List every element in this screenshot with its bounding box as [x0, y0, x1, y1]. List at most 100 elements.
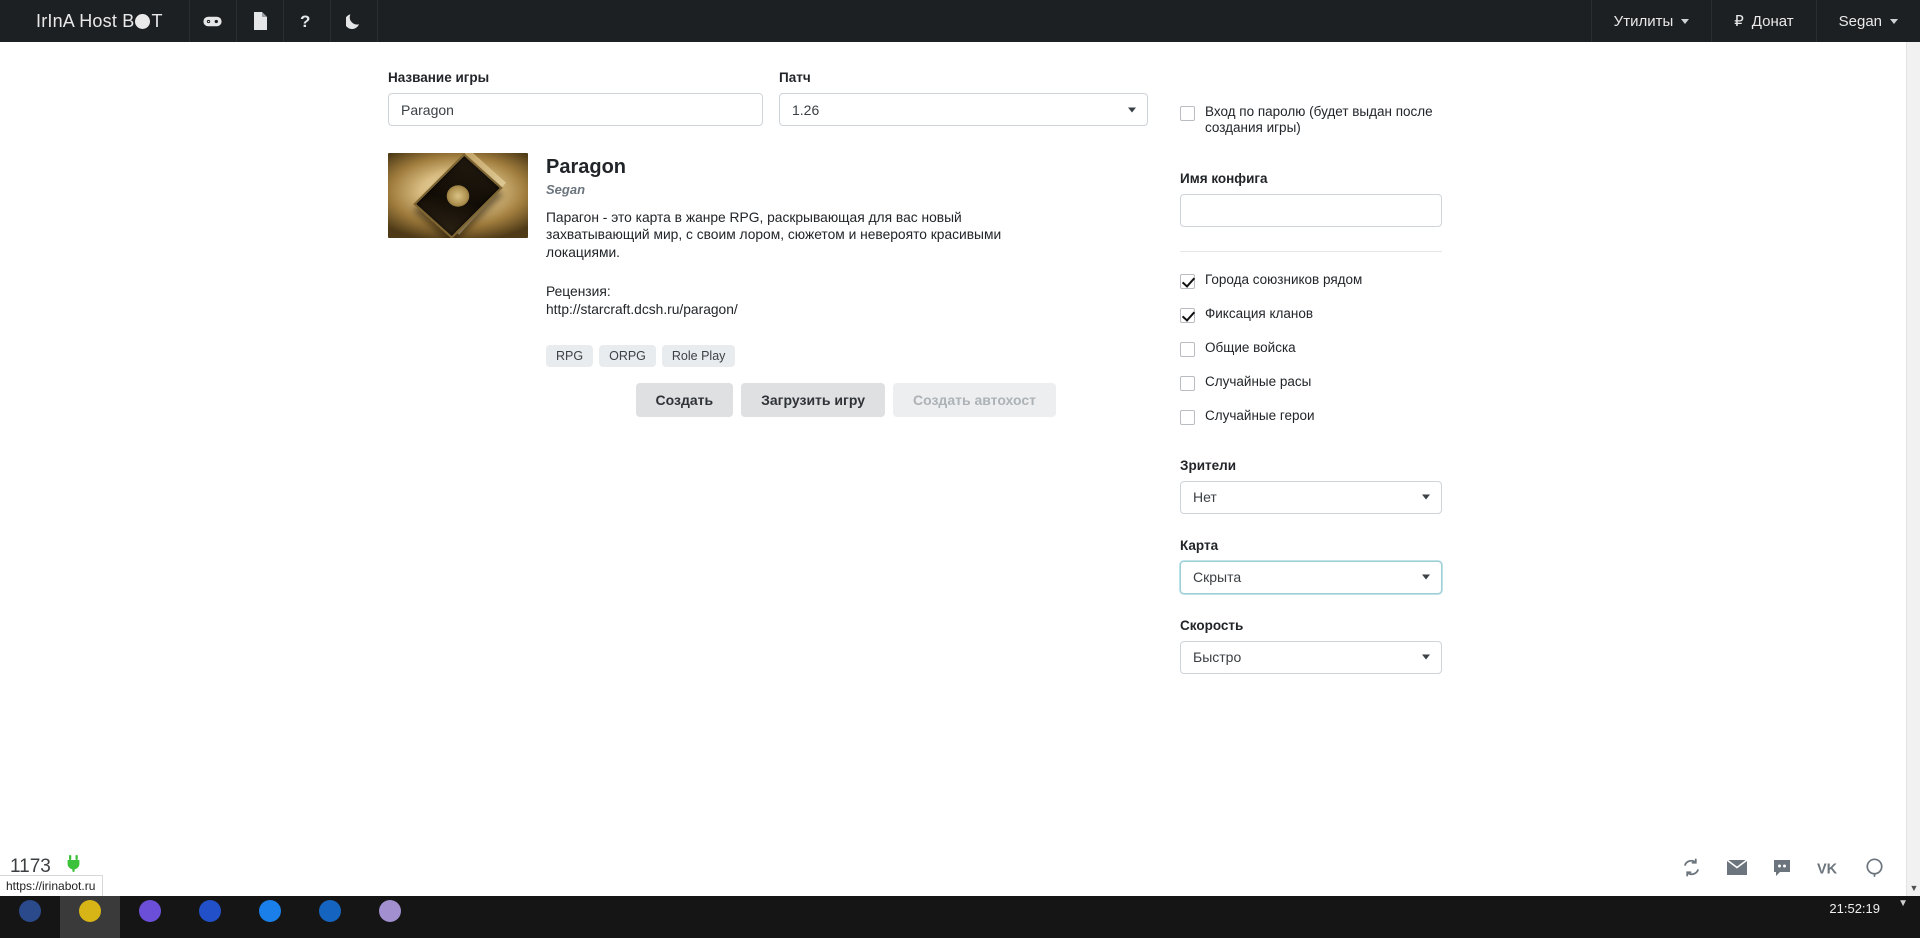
page-content: Название игры Патч 1.26 Paragon Segan Па…: [0, 42, 1906, 896]
taskbar-icon: [199, 900, 221, 922]
nav-donate-link[interactable]: ₽ Донат: [1711, 0, 1815, 42]
speed-select-value: Быстро: [1193, 649, 1242, 666]
email-icon-svg: [1726, 859, 1748, 875]
game-creation-form: Название игры Патч 1.26 Paragon Segan Па…: [388, 70, 1148, 418]
github-icon[interactable]: [1865, 858, 1884, 882]
taskbar-item[interactable]: [180, 896, 240, 938]
map-tag-list: RPG ORPG Role Play: [546, 344, 1148, 368]
config-name-label: Имя конфига: [1180, 170, 1268, 186]
taskbar-item[interactable]: [0, 896, 60, 938]
taskbar-icon: [139, 900, 161, 922]
option-allied-cities-checkbox[interactable]: [1180, 273, 1195, 289]
game-name-input[interactable]: [388, 93, 763, 126]
nav-user-menu[interactable]: Segan: [1815, 0, 1920, 42]
brand-logo[interactable]: IrInA Host B T: [0, 0, 190, 42]
nav-utilities-menu[interactable]: Утилиты: [1590, 0, 1712, 42]
option-allied-cities-label: Города союзников рядом: [1205, 271, 1363, 287]
option-fixed-clans-checkbox[interactable]: [1180, 307, 1195, 323]
option-random-heroes[interactable]: Случайные герои: [1180, 408, 1442, 425]
link-status-tooltip: https://irinabot.ru: [0, 875, 104, 896]
chevron-down-icon: [1422, 574, 1430, 580]
form-top-row: Название игры Патч 1.26: [388, 70, 1148, 126]
observers-select-value: Нет: [1193, 489, 1217, 506]
taskbar-item[interactable]: [120, 896, 180, 938]
password-login-label: Вход по паролю (будет выдан после создан…: [1205, 104, 1433, 136]
map-tag[interactable]: Role Play: [661, 344, 736, 368]
game-name-label: Название игры: [388, 70, 490, 85]
load-game-button[interactable]: Загрузить игру: [741, 383, 885, 418]
option-allied-cities[interactable]: Города союзников рядом: [1180, 272, 1442, 289]
taskbar-icon: [19, 900, 41, 922]
option-random-heroes-checkbox[interactable]: [1180, 409, 1195, 425]
speed-label: Скорость: [1180, 617, 1244, 633]
brand-text-right: T: [151, 10, 163, 31]
help-icon-svg: ?: [300, 12, 310, 30]
vk-icon[interactable]: VK: [1817, 860, 1839, 881]
plug-icon-svg: [67, 855, 80, 872]
observers-field-group: Зрители Нет: [1180, 458, 1442, 514]
map-visibility-field-group: Карта Скрыта: [1180, 538, 1442, 594]
refresh-icon[interactable]: [1682, 858, 1701, 882]
config-name-field-group: Имя конфига: [1180, 171, 1442, 227]
option-random-races[interactable]: Случайные расы: [1180, 374, 1442, 391]
password-login-checkbox[interactable]: [1180, 106, 1195, 121]
chevron-down-icon: [1422, 494, 1430, 500]
taskbar-item[interactable]: [300, 896, 360, 938]
os-taskbar: 21:52:19 ▼: [0, 896, 1920, 938]
gamepad-icon[interactable]: [190, 0, 237, 42]
taskbar-expand-icon[interactable]: ▼: [1898, 898, 1908, 909]
game-option-checkbox-list: Города союзников рядом Фиксация кланов О…: [1180, 272, 1442, 425]
observers-label: Зрители: [1180, 457, 1236, 473]
map-visibility-select[interactable]: Скрыта: [1180, 560, 1442, 594]
help-icon[interactable]: ?: [284, 0, 331, 42]
nav-user-label: Segan: [1838, 12, 1882, 30]
taskbar-icon: [379, 900, 401, 922]
taskbar-item[interactable]: [360, 896, 420, 938]
option-random-heroes-label: Случайные герои: [1205, 407, 1315, 423]
scroll-down-icon[interactable]: ▼: [1907, 880, 1920, 896]
patch-select-value: 1.26: [792, 101, 820, 118]
map-tag[interactable]: ORPG: [599, 344, 656, 368]
page-scrollbar[interactable]: ▲ ▼: [1906, 0, 1920, 896]
option-fixed-clans[interactable]: Фиксация кланов: [1180, 306, 1442, 323]
option-fixed-clans-label: Фиксация кланов: [1205, 305, 1314, 321]
taskbar-icon: [319, 900, 341, 922]
map-tag[interactable]: RPG: [546, 344, 594, 368]
create-game-button[interactable]: Создать: [635, 383, 734, 418]
taskbar-icon: [259, 900, 281, 922]
refresh-icon-svg: [1683, 858, 1700, 877]
map-thumbnail-book: [413, 153, 503, 238]
document-icon[interactable]: [237, 0, 284, 42]
chevron-down-icon: [1422, 654, 1430, 660]
config-name-input[interactable]: [1180, 193, 1442, 227]
action-button-row: Создать Загрузить игру Создать автохост: [388, 383, 1056, 418]
option-random-races-checkbox[interactable]: [1180, 375, 1195, 391]
map-review-url[interactable]: http://starcraft.dcsh.ru/paragon/: [546, 301, 1148, 319]
gamepad-icon-svg: [203, 16, 222, 26]
taskbar-clock: 21:52:19: [1829, 901, 1880, 916]
discord-icon[interactable]: [1773, 859, 1791, 882]
map-description: Парагон - это карта в жанре RPG, раскрыв…: [546, 210, 1002, 260]
dark-mode-icon[interactable]: [331, 0, 378, 42]
speed-select[interactable]: Быстро: [1180, 640, 1442, 674]
patch-select[interactable]: 1.26: [779, 93, 1148, 126]
patch-field-group: Патч 1.26: [779, 70, 1148, 126]
taskbar-item[interactable]: [60, 896, 120, 938]
option-shared-units[interactable]: Общие войска: [1180, 340, 1442, 357]
map-info-card: Paragon Segan Парагон - это карта в жанр…: [388, 153, 1148, 368]
map-title: Paragon: [546, 156, 627, 178]
map-visibility-label: Карта: [1180, 537, 1219, 553]
taskbar-item[interactable]: [240, 896, 300, 938]
password-login-option[interactable]: Вход по паролю (будет выдан после создан…: [1180, 104, 1442, 137]
brand-dot-icon: [135, 13, 151, 29]
create-autohost-button: Создать автохост: [893, 383, 1056, 418]
email-icon[interactable]: [1726, 859, 1748, 880]
map-visibility-select-value: Скрыта: [1193, 569, 1242, 586]
ruble-icon: ₽: [1734, 13, 1744, 30]
option-shared-units-checkbox[interactable]: [1180, 341, 1195, 357]
brand-text-left: IrInA Host B: [36, 10, 135, 31]
map-review-label: Рецензия:: [546, 284, 611, 300]
observers-select[interactable]: Нет: [1180, 480, 1442, 514]
nav-donate-label: Донат: [1751, 12, 1794, 30]
